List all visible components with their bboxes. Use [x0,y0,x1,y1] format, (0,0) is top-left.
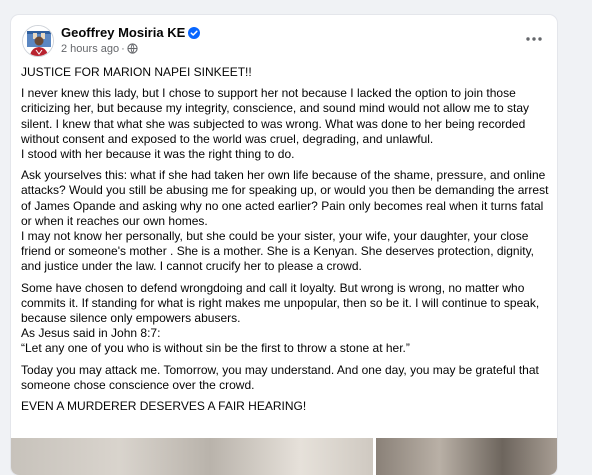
post-paragraph: Today you may attack me. Tomorrow, you m… [21,362,539,392]
post-timestamp[interactable]: 2 hours ago [61,43,119,55]
post-paragraph-closing: EVEN A MURDERER DESERVES A FAIR HEARING! [21,399,307,414]
avatar[interactable] [22,25,54,57]
post-card: Geoffrey Mosiria KE 2 hours ago · JUSTICE… [11,15,557,475]
post-header: Geoffrey Mosiria KE 2 hours ago · [11,15,557,65]
author-name-text[interactable]: Geoffrey Mosiria KE [61,25,185,40]
post-photo-left[interactable] [11,438,373,475]
post-meta: 2 hours ago · [61,43,138,55]
more-options-button[interactable] [521,29,547,49]
post-paragraph: I never knew this lady, but I chose to s… [21,86,530,162]
more-options-icon [526,37,542,41]
avatar-image [23,26,53,56]
author-name[interactable]: Geoffrey Mosiria KE [61,25,201,40]
post-paragraph-title: JUSTICE FOR MARION NAPEI SINKEET!! [21,65,252,79]
post-media [11,438,557,475]
verified-badge-icon [188,27,201,39]
meta-separator: · [121,43,125,55]
post-text: JUSTICE FOR MARION NAPEI SINKEET!! I nev… [21,65,551,420]
post-paragraph: Some have chosen to defend wrongdoing an… [21,280,540,356]
post-paragraph: Ask yourselves this: what if she had tak… [21,168,549,274]
globe-icon[interactable] [127,43,138,54]
post-photo-right[interactable] [376,438,557,475]
